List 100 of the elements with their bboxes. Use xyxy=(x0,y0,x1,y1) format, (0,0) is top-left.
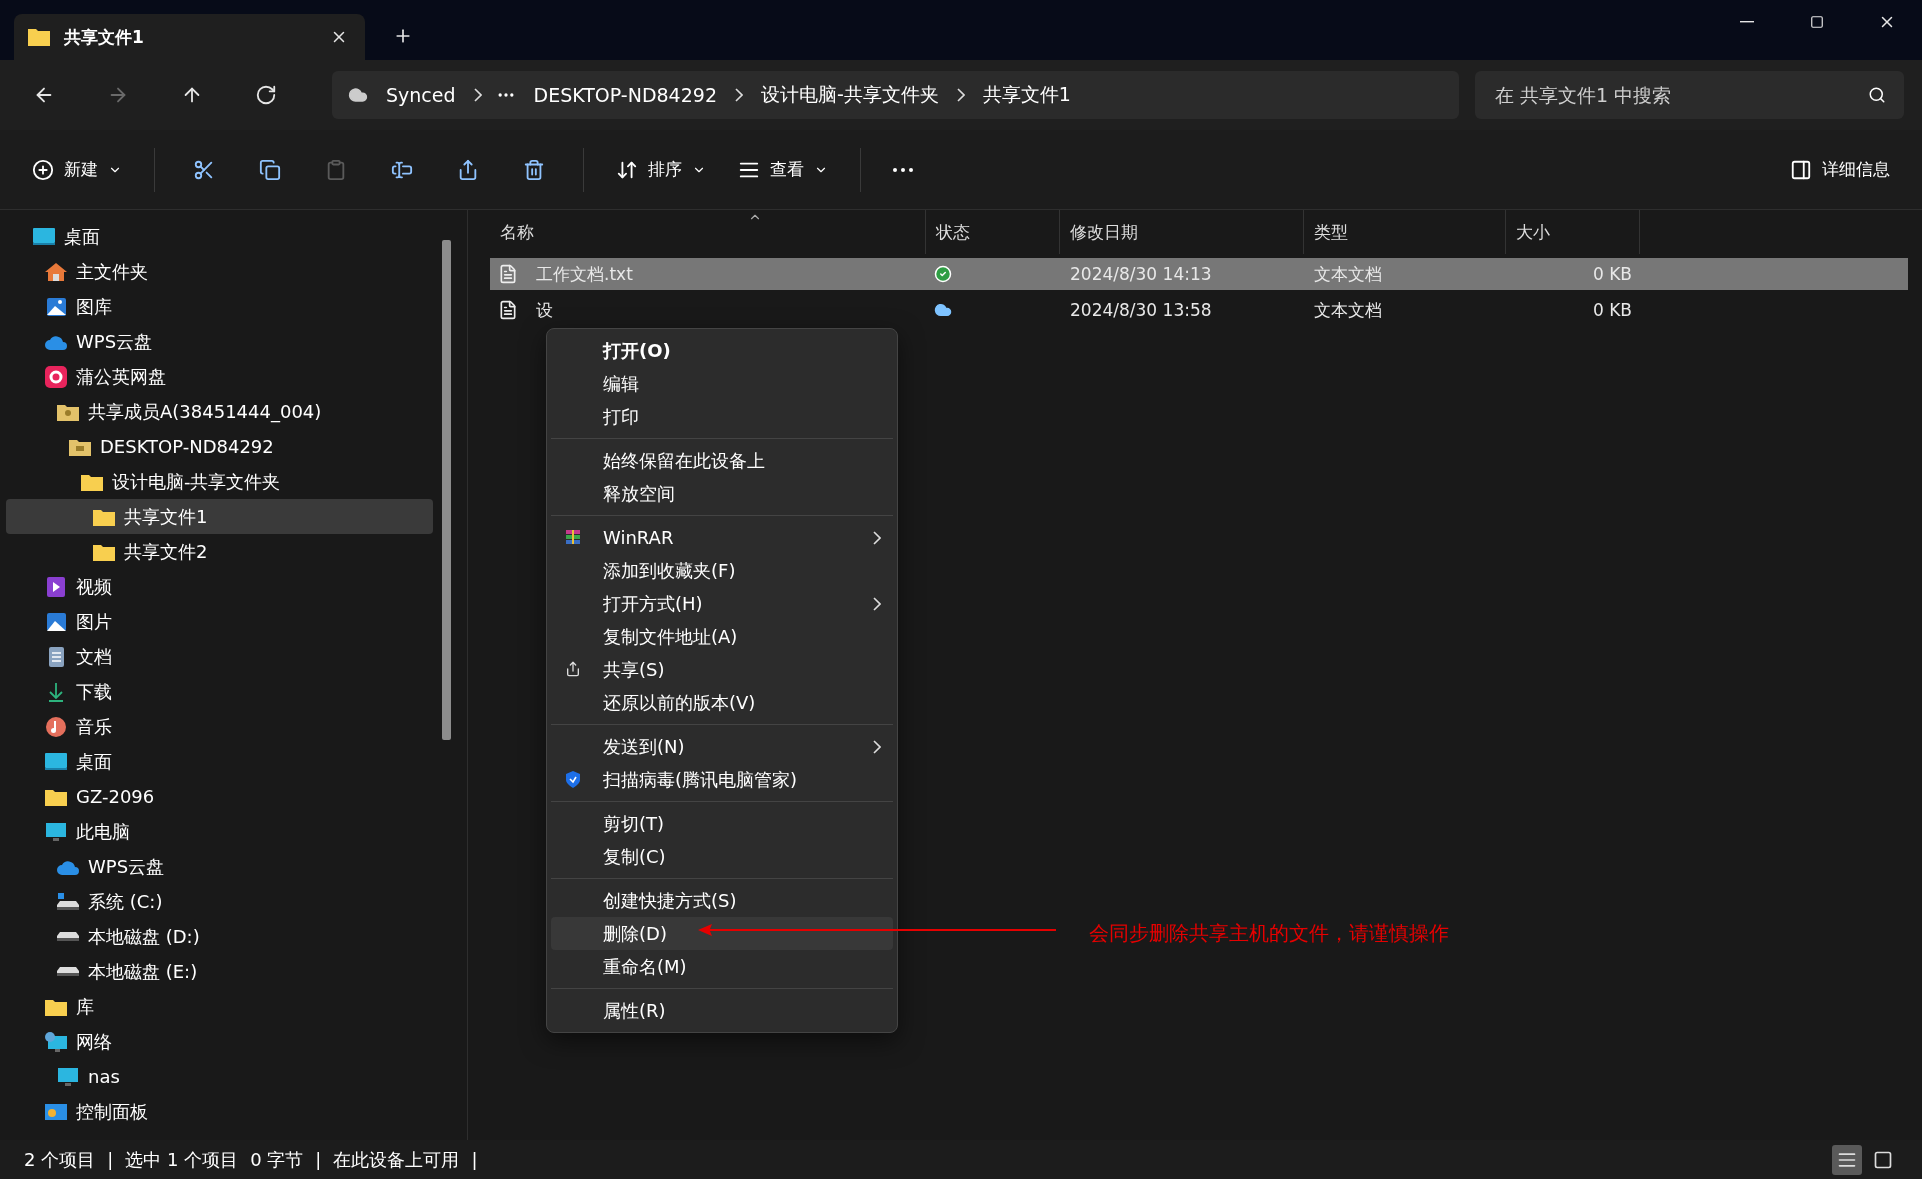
chevron-icon xyxy=(735,88,743,102)
menu-item[interactable]: 复制文件地址(A) xyxy=(551,620,893,653)
sidebar-item[interactable]: DESKTOP-ND84292 xyxy=(6,429,433,464)
breadcrumb[interactable]: Synced xyxy=(382,84,460,106)
sidebar-item[interactable]: 文档 xyxy=(6,639,433,674)
breadcrumb[interactable]: 共享文件1 xyxy=(978,82,1075,108)
details-button[interactable]: 详细信息 xyxy=(1780,147,1900,192)
scrollbar[interactable] xyxy=(442,240,451,740)
music-icon xyxy=(44,715,68,738)
sidebar-item[interactable]: 共享成员A(38451444_004) xyxy=(6,394,433,429)
network-icon xyxy=(44,1030,68,1053)
menu-item[interactable]: 删除(D) xyxy=(551,917,893,950)
maximize-icon xyxy=(1810,15,1824,29)
tile-icon xyxy=(1873,1149,1893,1170)
sidebar-item[interactable]: 蒲公英网盘 xyxy=(6,359,433,394)
menu-item[interactable]: 发送到(N) xyxy=(551,730,893,763)
folder-icon xyxy=(28,28,50,46)
column-header[interactable]: 名称 xyxy=(490,210,926,254)
menu-item[interactable]: 打开方式(H) xyxy=(551,587,893,620)
gallery-icon xyxy=(44,295,68,318)
house-icon xyxy=(44,260,68,283)
sidebar-item[interactable]: 系统 (C:) xyxy=(6,884,433,919)
minimize-icon xyxy=(1740,21,1754,23)
status-text: 2 个项目 xyxy=(24,1147,96,1172)
file-row[interactable]: 工作文档.txt 2024/8/30 14:13 文本文档 0 KB xyxy=(490,258,1908,290)
more-icon xyxy=(893,167,913,172)
drive-icon xyxy=(56,966,80,977)
view-button[interactable]: 查看 xyxy=(728,147,838,192)
sidebar-item[interactable]: 桌面 xyxy=(6,219,433,254)
drive-icon xyxy=(56,890,80,913)
search-box[interactable]: 在 共享文件1 中搜索 xyxy=(1475,71,1904,119)
search-field[interactable]: 在 共享文件1 中搜索 xyxy=(1493,83,1868,107)
sidebar-item[interactable]: 本地磁盘 (D:) xyxy=(6,919,433,954)
sidebar-item[interactable]: 此电脑 xyxy=(6,814,433,849)
menu-item[interactable]: 共享(S) xyxy=(551,653,893,686)
sidebar-item[interactable]: 视频 xyxy=(6,569,433,604)
sidebar-item[interactable]: 桌面 xyxy=(6,744,433,779)
desktop-icon xyxy=(32,225,56,248)
status-text: 0 字节 xyxy=(250,1147,304,1172)
menu-item[interactable]: 释放空间 xyxy=(551,477,893,510)
sidebar-item[interactable]: 下载 xyxy=(6,674,433,709)
annotation-text: 会同步删除共享主机的文件，请谨慎操作 xyxy=(1089,920,1449,947)
file-row[interactable]: 设 2024/8/30 13:58 文本文档 0 KB xyxy=(490,294,1908,326)
menu-item[interactable]: 始终保留在此设备上 xyxy=(551,444,893,477)
monitor-icon xyxy=(44,820,68,843)
new-button[interactable]: 新建 xyxy=(22,147,132,192)
type-cell-text: 文本文档 xyxy=(1313,298,1383,322)
menu-item[interactable]: 复制(C) xyxy=(551,840,893,873)
tab-title: 共享文件1 xyxy=(64,25,145,49)
copy-icon xyxy=(259,158,281,181)
menu-item[interactable]: 编辑 xyxy=(551,367,893,400)
sidebar-item[interactable]: 共享文件2 xyxy=(6,534,433,569)
menu-item[interactable]: 添加到收藏夹(F) xyxy=(551,554,893,587)
document-icon xyxy=(498,300,518,320)
sidebar-item[interactable]: 共享文件1 xyxy=(6,499,433,534)
sidebar-item[interactable]: 图片 xyxy=(6,604,433,639)
column-header[interactable]: 类型 xyxy=(1304,210,1506,254)
sidebar-item[interactable]: 库 xyxy=(6,989,433,1024)
details-view-button[interactable] xyxy=(1832,1144,1862,1175)
menu-item[interactable]: 扫描病毒(腾讯电脑管家) xyxy=(551,763,893,796)
menu-item[interactable]: 创建快捷方式(S) xyxy=(551,884,893,917)
menu-item[interactable]: 还原以前的版本(V) xyxy=(551,686,893,719)
sidebar-item[interactable]: WPS云盘 xyxy=(6,324,433,359)
cut-icon xyxy=(193,158,215,181)
column-header[interactable]: 状态 xyxy=(926,210,1060,254)
menu-item[interactable]: 属性(R) xyxy=(551,994,893,1027)
sidebar-item[interactable]: 本地磁盘 (E:) xyxy=(6,954,433,989)
search-icon xyxy=(1868,86,1886,104)
archive-icon xyxy=(565,529,581,545)
menu-item[interactable]: WinRAR xyxy=(551,521,893,554)
sidebar-item[interactable]: 控制面板 xyxy=(6,1094,433,1129)
status-text: | xyxy=(107,1149,114,1170)
monitor-icon xyxy=(56,1065,80,1088)
sidebar-item[interactable]: 网络 xyxy=(6,1024,433,1059)
file-name: 设 xyxy=(535,298,553,322)
menu-item[interactable]: 重命名(M) xyxy=(551,950,893,983)
delete-icon xyxy=(523,158,545,181)
menu-item[interactable]: 剪切(T) xyxy=(551,807,893,840)
sidebar-item[interactable]: 设计电脑-共享文件夹 xyxy=(6,464,433,499)
chevron-icon xyxy=(473,88,482,102)
sidebar-item[interactable]: 图库 xyxy=(6,289,433,324)
column-header[interactable]: 修改日期 xyxy=(1060,210,1304,254)
sidebar-item[interactable]: nas xyxy=(6,1059,433,1094)
menu-item[interactable]: 打开(O) xyxy=(551,334,893,367)
sidebar-item[interactable]: GZ-2096 xyxy=(6,779,433,814)
sidebar-item[interactable]: 主文件夹 xyxy=(6,254,433,289)
status-text: 在此设备上可用 xyxy=(333,1147,460,1172)
file-name: 工作文档.txt xyxy=(535,262,633,286)
address-bar[interactable]: Synced DESKTOP-ND84292 设计电脑-共享文件夹 共享文件1 xyxy=(332,71,1459,119)
column-header[interactable]: 大小 xyxy=(1506,210,1640,254)
breadcrumb[interactable]: DESKTOP-ND84292 xyxy=(529,84,721,106)
sidebar-item[interactable]: WPS云盘 xyxy=(6,849,433,884)
chevron-icon xyxy=(873,530,881,545)
tab[interactable]: 共享文件1 xyxy=(14,14,365,60)
sort-button[interactable]: 排序 xyxy=(606,147,716,192)
sidebar-item[interactable]: 音乐 xyxy=(6,709,433,744)
menu-item[interactable]: 打印 xyxy=(551,400,893,433)
breadcrumb[interactable]: 设计电脑-共享文件夹 xyxy=(757,82,943,108)
status-text: 选中 1 个项目 xyxy=(125,1147,239,1172)
size-cell-text: 0 KB xyxy=(1591,300,1633,320)
